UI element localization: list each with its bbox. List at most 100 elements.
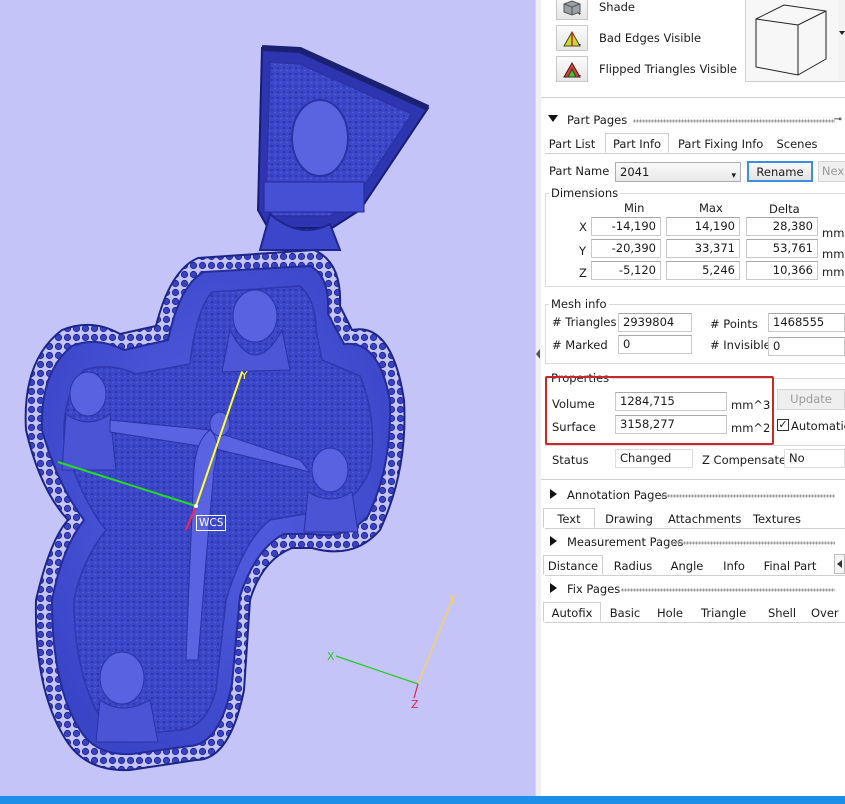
tab-radius[interactable]: Radius [611,556,655,576]
fix-pages-header[interactable]: Fix Pages [541,580,845,598]
tab-part-list[interactable]: Part List [545,134,599,154]
tab-part-fixing-info[interactable]: Part Fixing Info [678,134,763,154]
annotation-pages-title: Annotation Pages [567,488,668,502]
flipped-triangles-icon [563,61,581,78]
expand-arrow-icon [550,489,557,499]
measurement-pages-header[interactable]: Measurement Pages [541,533,845,551]
shade-label: Shade [599,0,636,14]
bad-edges-triangle-icon [563,30,581,47]
tab-distance[interactable]: Distance [543,555,603,575]
part-name-select[interactable]: 2041 ▾ [615,162,741,182]
dim-x-label: X [579,220,587,234]
dim-y-min: -20,390 [591,239,661,258]
divider [541,97,845,98]
wcs-label: WCS [196,515,227,531]
tab-text[interactable]: Text [543,508,595,528]
mesh-info-title: Mesh info [549,297,609,311]
status-label: Status [552,453,589,467]
divider [541,479,845,480]
tab-part-info[interactable]: Part Info [605,133,669,153]
view-cube-dropdown[interactable] [838,0,845,82]
col-min: Min [624,201,645,215]
axis-y-label: Y [241,369,248,382]
tab-info[interactable]: Info [717,556,751,576]
expand-arrow-icon [550,583,557,593]
dim-y-delta: 53,761 [746,239,818,258]
col-max: Max [699,201,723,215]
collapse-arrow-icon [548,115,558,122]
tab-shell[interactable]: Shell [765,603,799,623]
part-name-label: Part Name [549,164,610,178]
annotation-pages-header[interactable]: Annotation Pages [541,486,845,504]
bad-edges-button[interactable] [556,25,588,51]
next-button[interactable]: Nex [818,161,845,182]
properties-highlight-box [545,376,774,445]
dimensions-title: Dimensions [549,186,621,200]
cross-pendant-model[interactable] [0,0,535,796]
tab-autofix[interactable]: Autofix [543,602,601,622]
tab-drawing[interactable]: Drawing [603,509,655,529]
points-value: 1468555 [768,313,845,332]
dim-x-min: -14,190 [591,217,661,236]
bad-edges-label: Bad Edges Visible [599,31,702,45]
grip-dots [621,588,835,592]
flipped-triangles-label: Flipped Triangles Visible [599,62,738,76]
dim-z-delta: 10,366 [746,261,818,280]
measurement-pages-title: Measurement Pages [567,535,684,549]
tab-triangle[interactable]: Triangle [701,603,746,623]
col-delta: Delta [769,202,800,216]
triad-y-label: Y [449,593,456,606]
chevron-left-icon [837,560,842,568]
pin-icon[interactable]: ⊸ [834,114,842,125]
dim-x-max: 14,190 [666,217,740,236]
marked-label: # Marked [552,338,608,352]
dim-y-label: Y [579,244,587,258]
tab-final-part[interactable]: Final Part [763,556,817,576]
triad-z-label: Z [411,698,419,711]
3d-viewport[interactable]: Y WCS Y X Z [0,0,535,796]
points-label: # Points [710,317,758,331]
right-panel: Shade Bad Edges Visible Flipped Triangle… [541,0,845,796]
tab-textures[interactable]: Textures [751,509,803,529]
triangles-value: 2939804 [618,313,692,332]
part-pages-header[interactable]: Part Pages ⊸ [541,111,845,129]
rename-button[interactable]: Rename [747,161,813,182]
z-compensated-label: Z Compensated [702,453,794,467]
dim-z-min: -5,120 [591,261,661,280]
invisible-value: 0 [768,337,845,356]
flipped-triangles-button[interactable] [556,56,588,82]
marked-value: 0 [618,335,692,354]
triad-x-label: X [327,650,335,663]
tab-angle[interactable]: Angle [667,556,707,576]
tab-over[interactable]: Over [811,603,845,623]
tab-basic[interactable]: Basic [608,603,642,623]
z-compensated-value: No [784,449,845,468]
shade-button[interactable] [556,0,588,20]
dim-x-unit: mm [822,226,845,240]
tab-attachments[interactable]: Attachments [668,509,741,529]
grip-dots [633,119,835,123]
automatic-label: Automatic [791,419,845,433]
part-pages-title: Part Pages [567,113,628,127]
triangles-label: # Triangles [552,315,617,329]
dim-z-max: 5,246 [666,261,740,280]
status-value: Changed [615,449,693,468]
view-cube-icon [755,4,827,76]
tab-hole[interactable]: Hole [655,603,685,623]
splitter-arrow-icon[interactable] [536,349,540,359]
view-cube[interactable] [745,0,839,82]
fix-pages-title: Fix Pages [567,582,621,596]
part-name-value: 2041 [620,165,650,179]
update-button[interactable]: Update [777,389,845,410]
dim-z-unit: mm [822,265,845,279]
tab-scroll-left[interactable] [834,554,845,574]
dim-y-max: 33,371 [666,239,740,258]
bottom-status-bar [0,796,845,804]
chevron-down-icon: ▾ [731,171,736,181]
dim-x-delta: 28,380 [746,217,818,236]
automatic-checkbox[interactable]: ✓ [777,419,789,431]
tab-scenes[interactable]: Scenes [774,134,820,154]
chevron-down-icon [839,31,845,35]
grip-dots [671,541,835,545]
dim-z-label: Z [579,266,587,280]
